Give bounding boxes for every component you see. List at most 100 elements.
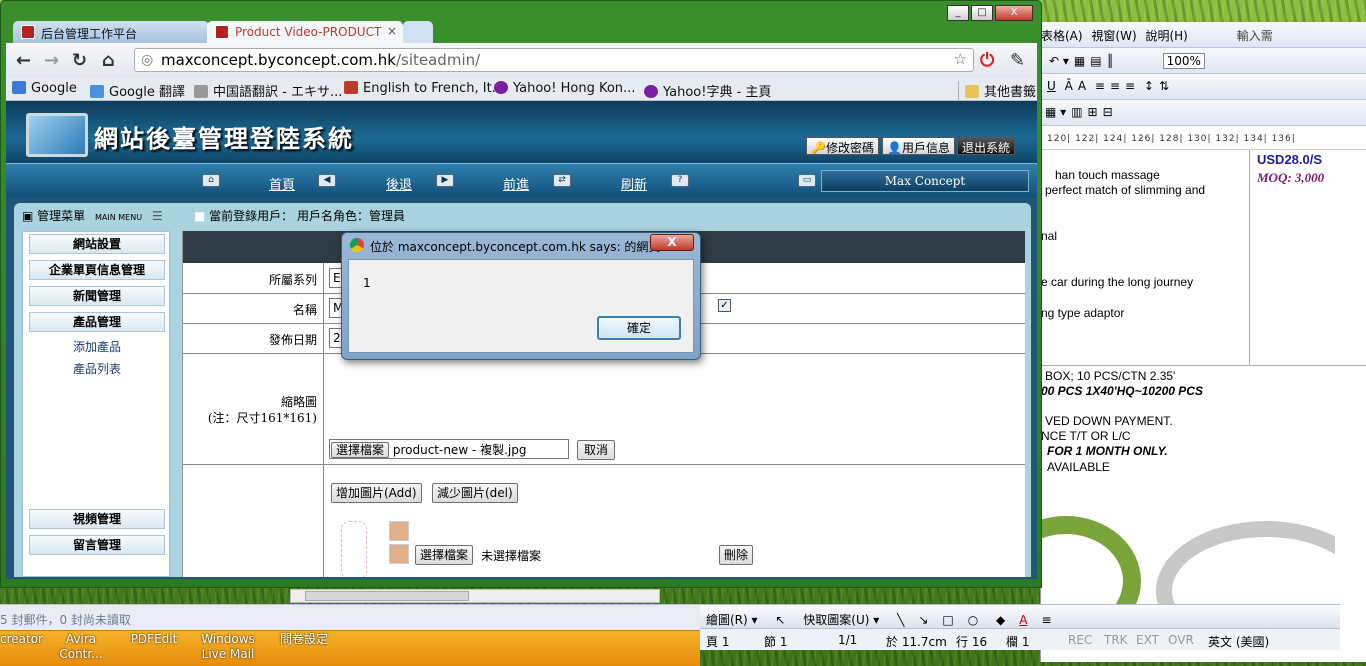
forward-nav-icon[interactable]: ▶ (436, 174, 454, 187)
sidebar-item-products[interactable]: 產品管理 (29, 312, 165, 332)
sidebar-item-messages[interactable]: 留言管理 (29, 535, 165, 555)
sidebar-link-product-list[interactable]: 產品列表 (23, 360, 171, 377)
bookmark-google-translate[interactable]: Google 翻譯 (90, 81, 185, 100)
taskbar-item[interactable]: Windows Live Mail (198, 632, 258, 662)
word-menu-window[interactable]: 視窗(W) (1091, 27, 1136, 44)
menu-icon: ▣ (22, 209, 34, 223)
fill-color-icon[interactable]: ◆ (996, 613, 1005, 627)
cursor-icon[interactable]: ↖ (775, 613, 785, 627)
line-icon[interactable]: ╲ (897, 613, 904, 627)
reload-icon[interactable]: ↻ (72, 50, 87, 71)
nav-home[interactable]: 首頁 (269, 174, 295, 193)
taskbar-item[interactable]: 問卷設定 (276, 632, 332, 647)
add-image-button[interactable]: 增加圖片(Add) (331, 483, 422, 503)
nav-refresh[interactable]: 刷新 (621, 174, 647, 193)
sidebar-item-enterprise-pages[interactable]: 企業單頁信息管理 (29, 260, 165, 280)
cancel-button[interactable]: 取消 (577, 440, 615, 460)
site-navbar: ⌂ 首頁 ◀ 後退 ▶ 前進 ⇄ 刷新 ? ▭ Max Concept (6, 163, 1037, 197)
taskbar-item[interactable]: Avira Contr... (56, 632, 106, 662)
bookmark-excite[interactable]: 中国語翻訳 - エキサ... (194, 81, 342, 100)
thumbnail-label: 縮略圖 (280, 395, 317, 409)
yahoo-icon (494, 81, 508, 94)
bookmark-yahoo-hk[interactable]: Yahoo! Hong Kon... (494, 81, 635, 96)
choose-file-button[interactable]: 選擇檔案 (331, 442, 390, 458)
merge-icon[interactable]: ⊞ (1088, 105, 1098, 119)
sidebar-item-site-settings[interactable]: 網站設置 (29, 234, 165, 254)
choose-file-button[interactable]: 選擇檔案 (415, 545, 474, 565)
line-style-icon[interactable]: ≡ (1042, 613, 1052, 627)
tab-admin[interactable]: 后台管理工作平台 (13, 21, 209, 43)
align-left-icon[interactable]: ≡ (1095, 79, 1105, 93)
remove-image-button[interactable]: 減少圖片(del) (432, 483, 518, 503)
site-banner: 網站後臺管理登陸系統 🔑修改密碼 👤用戶信息 退出系統 (6, 101, 1037, 163)
star-icon[interactable]: ☆ (954, 50, 967, 68)
user-info-button[interactable]: 👤用戶信息 (882, 137, 955, 155)
back-nav-icon[interactable]: ◀ (318, 174, 336, 187)
horizontal-scrollbar[interactable] (290, 589, 660, 603)
align-right-icon[interactable]: ≡ (1125, 79, 1135, 93)
minimize-button[interactable]: _ (947, 5, 969, 21)
forward-icon[interactable]: → (44, 50, 59, 71)
change-password-button[interactable]: 🔑修改密碼 (806, 137, 879, 155)
menu-title: 管理菜單 (37, 209, 86, 223)
maximize-button[interactable]: □ (971, 5, 993, 21)
table-icon[interactable]: ▦ (1074, 54, 1085, 68)
autoshapes-menu[interactable]: 快取圖案(U) ▾ (803, 611, 879, 628)
line-spacing-icon[interactable]: ↕ (1144, 79, 1154, 93)
sidebar-link-add-product[interactable]: 添加產品 (23, 338, 171, 355)
cell-icon[interactable]: ▥ (1071, 105, 1082, 119)
close-window-button[interactable]: X (995, 5, 1033, 21)
bookmark-english-french[interactable]: English to French, It... (344, 81, 504, 96)
refresh-nav-icon[interactable]: ⇄ (553, 174, 571, 187)
nav-forward[interactable]: 前進 (503, 174, 529, 193)
word-menu-help[interactable]: 說明(H) (1145, 27, 1187, 44)
chart-icon[interactable]: ▤ (1090, 54, 1101, 68)
taskbar-item[interactable]: PDFEdit (128, 632, 180, 647)
columns-icon[interactable]: ║ (1107, 54, 1114, 68)
dialog-ok-button[interactable]: 確定 (597, 316, 681, 340)
adblock-icon[interactable]: ⏻ (980, 50, 994, 71)
tab-close-icon[interactable]: × (387, 24, 397, 38)
table-grid-icon[interactable]: ▦ ▾ (1045, 105, 1066, 119)
nav-back[interactable]: 後退 (386, 174, 412, 193)
address-bar[interactable]: ◎ maxconcept.byconcept.com.hk/siteadmin/… (134, 48, 974, 72)
status-page: 頁 1 (706, 635, 730, 649)
bookmark-google[interactable]: Google (12, 81, 77, 96)
thumbnail-file-input[interactable]: 選擇檔案 product-new - 複製.jpg (329, 439, 569, 459)
name-checkbox[interactable]: ✓ (718, 299, 731, 312)
font-color-icon[interactable]: A (1019, 613, 1027, 627)
delete-button[interactable]: 刪除 (719, 545, 754, 565)
sidebar-item-videos[interactable]: 視頻管理 (29, 509, 165, 529)
taskbar-item[interactable]: creator (0, 632, 43, 647)
arrow-icon[interactable]: ↘ (918, 613, 928, 627)
dialog-body: 1 確定 (348, 259, 694, 353)
word-menu-table[interactable]: 表格(A) (1041, 27, 1083, 44)
sidebar-item-news[interactable]: 新聞管理 (29, 286, 165, 306)
align-center-icon[interactable]: ≡ (1110, 79, 1120, 93)
underline-icon[interactable]: U (1047, 79, 1056, 93)
draw-menu[interactable]: 繪圖(R) ▾ (706, 611, 758, 628)
zoom-select[interactable]: 100% (1162, 53, 1205, 69)
font-a-icon[interactable]: A (1078, 79, 1086, 93)
new-tab-button[interactable] (403, 21, 433, 43)
wrench-icon[interactable]: ✎ (1010, 50, 1025, 71)
tab-product-video[interactable]: Product Video-PRODUCT × (207, 21, 403, 43)
oval-icon[interactable]: ○ (968, 613, 978, 627)
border-a-icon[interactable]: Ā (1065, 79, 1073, 93)
other-bookmarks[interactable]: 其他書籤 (958, 81, 1036, 100)
word-input-hint[interactable]: 輸入需 (1237, 27, 1273, 44)
split-icon[interactable]: ⊟ (1103, 105, 1113, 119)
doc-line: perfect match of slimming and (1045, 183, 1206, 197)
rectangle-icon[interactable]: □ (942, 613, 953, 627)
word-statusbar: 頁 1 節 1 1/1 於 11.7cm 行 16 欄 1 REC TRK EX… (700, 628, 1340, 650)
logout-button[interactable]: 退出系統 (957, 137, 1016, 155)
back-icon[interactable]: ← (16, 50, 31, 71)
doc-line: BOX; 10 PCS/CTN 2.35' (1045, 369, 1176, 383)
dialog-close-button[interactable]: X (650, 234, 694, 251)
sort-icon[interactable]: ⇅ (1159, 79, 1169, 93)
home-icon[interactable]: ⌂ (102, 50, 115, 71)
home-nav-icon[interactable]: ⌂ (202, 174, 220, 187)
bookmarks-bar: Google Google 翻譯 中国語翻訳 - エキサ... English … (6, 77, 1037, 101)
bookmark-yahoo-dict[interactable]: Yahoo!字典 - 主頁 (644, 81, 771, 100)
help-nav-icon[interactable]: ? (671, 174, 689, 187)
